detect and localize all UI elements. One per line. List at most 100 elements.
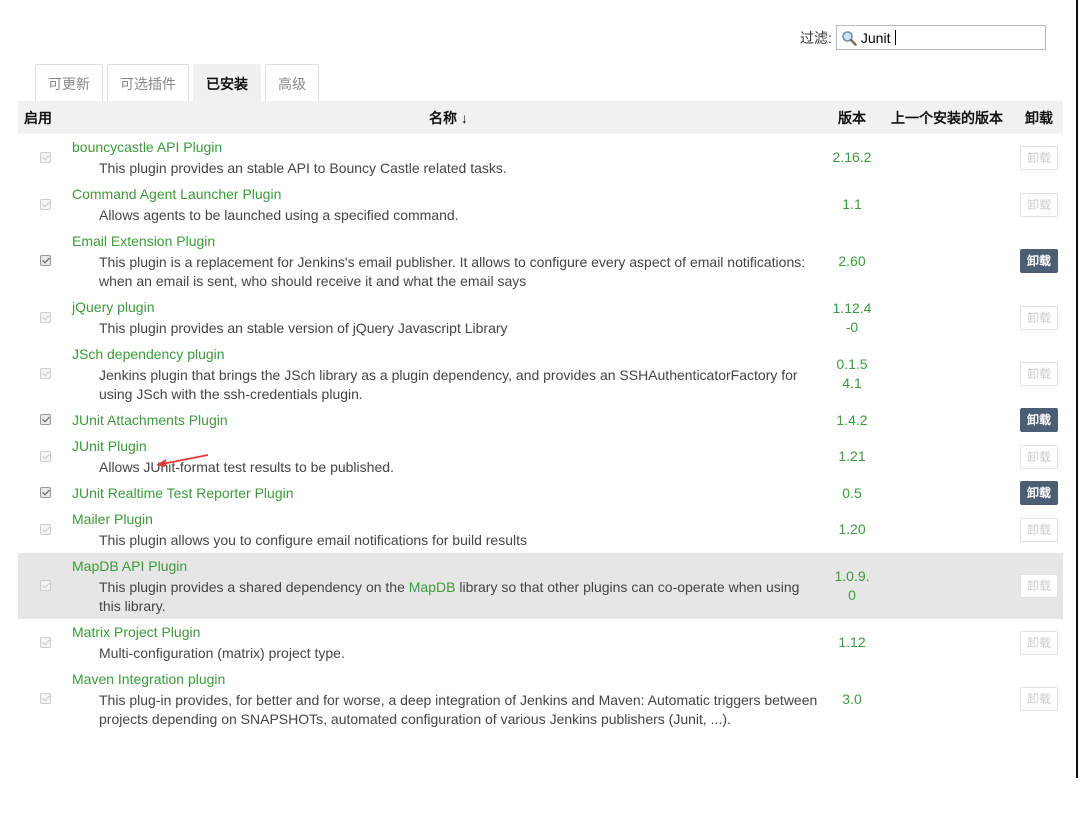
uninstall-button[interactable]: 卸载 xyxy=(1020,408,1058,432)
plugin-version: 0.1.54.1 xyxy=(836,356,868,391)
filter-value: Junit xyxy=(860,29,891,46)
plugin-name-link[interactable]: JUnit Attachments Plugin xyxy=(72,410,228,430)
previous-version xyxy=(879,506,1015,553)
plugin-description: This plugin is a replacement for Jenkins… xyxy=(99,254,806,289)
tab-updates[interactable]: 可更新 xyxy=(35,64,103,102)
plugin-version: 1.4.2 xyxy=(836,411,868,428)
table-row: bouncycastle API Plugin This plugin provi… xyxy=(18,134,1063,181)
enabled-checkbox xyxy=(39,636,51,648)
plugin-version: 1.1 xyxy=(842,196,862,212)
table-row: JUnit Realtime Test Reporter Plugin 0.5 卸载 xyxy=(18,480,1063,506)
previous-version xyxy=(879,407,1015,433)
plugin-name-link[interactable]: Matrix Project Plugin xyxy=(72,622,200,642)
header-version[interactable]: 版本 xyxy=(825,101,879,134)
plugin-description: This plugin provides a shared dependency… xyxy=(72,578,825,616)
plugin-version: 2.16.2 xyxy=(832,149,872,165)
plugin-name-link[interactable]: JUnit Plugin xyxy=(72,436,147,456)
previous-version xyxy=(879,480,1015,506)
table-row: Email Extension Plugin This plugin is a r… xyxy=(18,228,1063,294)
previous-version xyxy=(879,294,1015,341)
enabled-checkbox xyxy=(39,151,51,163)
uninstall-button: 卸载 xyxy=(1020,517,1058,542)
uninstall-button[interactable]: 卸载 xyxy=(1020,249,1058,273)
enabled-checkbox xyxy=(39,523,51,535)
table-row: Maven Integration plugin This plug-in pro… xyxy=(18,666,1063,732)
enabled-checkbox xyxy=(39,311,51,323)
uninstall-button: 卸载 xyxy=(1020,145,1058,170)
mapdb-link[interactable]: MapDB xyxy=(409,579,456,595)
plugin-name-link[interactable]: Mailer Plugin xyxy=(72,509,153,529)
enabled-checkbox[interactable] xyxy=(39,414,51,425)
table-row: Command Agent Launcher Plugin Allows agen… xyxy=(18,181,1063,228)
plugin-version: 1.20 xyxy=(838,521,866,537)
uninstall-button: 卸载 xyxy=(1020,444,1058,469)
search-icon xyxy=(841,30,857,46)
table-row: Mailer Plugin This plugin allows you to c… xyxy=(18,506,1063,553)
annotation-arrow xyxy=(156,454,209,467)
previous-version xyxy=(879,134,1015,181)
plugin-version: 2.60 xyxy=(838,252,866,269)
table-row: jQuery plugin This plugin provides an sta… xyxy=(18,294,1063,341)
plugin-tabs: 可更新 可选插件 已安装 高级 xyxy=(35,64,319,102)
header-name[interactable]: 名称 ↓ xyxy=(72,101,825,134)
plugin-version: 0.5 xyxy=(842,484,862,501)
filter-input[interactable]: Junit xyxy=(835,25,1046,50)
enabled-checkbox[interactable] xyxy=(39,255,51,266)
previous-version xyxy=(879,666,1015,732)
uninstall-button: 卸载 xyxy=(1020,574,1058,598)
header-previous-version[interactable]: 上一个安装的版本 xyxy=(879,101,1015,134)
plugin-name-link[interactable]: bouncycastle API Plugin xyxy=(72,137,222,157)
plugin-description: This plugin provides an stable version o… xyxy=(99,320,508,336)
enabled-checkbox[interactable] xyxy=(39,487,51,498)
uninstall-button: 卸载 xyxy=(1020,192,1058,217)
plugin-name-link[interactable]: JUnit Realtime Test Reporter Plugin xyxy=(72,483,294,503)
tab-installed[interactable]: 已安装 xyxy=(193,64,261,102)
plugin-description: This plug-in provides, for better and fo… xyxy=(99,692,818,727)
plugin-version: 1.0.9.0 xyxy=(834,568,870,603)
plugins-table: 启用 名称 ↓ 版本 上一个安装的版本 卸载 bouncycastle API … xyxy=(18,101,1063,778)
right-edge-rule xyxy=(1076,0,1078,778)
table-row: MapDB API Plugin This plugin provides a s… xyxy=(18,553,1063,619)
plugin-name-link[interactable]: Email Extension Plugin xyxy=(72,231,215,251)
plugin-description: This plugin provides an stable API to Bo… xyxy=(99,160,507,176)
plugin-name-link[interactable]: jQuery plugin xyxy=(72,297,155,317)
text-caret xyxy=(895,30,897,45)
enabled-checkbox xyxy=(39,580,51,591)
uninstall-button: 卸载 xyxy=(1020,362,1058,386)
previous-version xyxy=(879,619,1015,666)
plugin-description: Jenkins plugin that brings the JSch libr… xyxy=(99,367,798,402)
header-enabled[interactable]: 启用 xyxy=(18,101,72,134)
uninstall-button: 卸载 xyxy=(1020,630,1058,655)
description-text: This plugin provides a shared dependency… xyxy=(99,579,409,595)
plugin-version: 3.0 xyxy=(842,690,862,707)
enabled-checkbox xyxy=(39,368,51,379)
previous-version xyxy=(879,553,1015,619)
table-row: JUnit Attachments Plugin 1.4.2 卸载 xyxy=(18,407,1063,433)
plugin-name-link[interactable]: MapDB API Plugin xyxy=(72,556,187,576)
plugin-version: 1.12.4-0 xyxy=(832,299,872,335)
filter-bar: 过滤: Junit xyxy=(800,25,1046,50)
previous-version xyxy=(879,341,1015,407)
previous-version xyxy=(879,228,1015,294)
previous-version xyxy=(879,433,1015,480)
plugin-name-link[interactable]: Maven Integration plugin xyxy=(72,669,225,689)
plugin-version: 1.12 xyxy=(838,634,866,650)
plugin-description: Allows agents to be launched using a spe… xyxy=(99,207,459,223)
tab-advanced[interactable]: 高级 xyxy=(265,64,319,102)
header-uninstall[interactable]: 卸载 xyxy=(1015,101,1063,134)
plugin-description: Multi-configuration (matrix) project typ… xyxy=(99,645,345,661)
enabled-checkbox xyxy=(39,450,51,462)
previous-version xyxy=(879,181,1015,228)
filter-label: 过滤: xyxy=(800,29,832,46)
plugin-name-link[interactable]: JSch dependency plugin xyxy=(72,344,225,364)
enabled-checkbox xyxy=(39,198,51,210)
uninstall-button[interactable]: 卸载 xyxy=(1020,481,1058,505)
tab-available[interactable]: 可选插件 xyxy=(107,64,189,102)
uninstall-button: 卸载 xyxy=(1020,305,1058,330)
table-row: JSch dependency plugin Jenkins plugin tha… xyxy=(18,341,1063,407)
table-header: 启用 名称 ↓ 版本 上一个安装的版本 卸载 xyxy=(18,101,1063,134)
plugin-name-link[interactable]: Command Agent Launcher Plugin xyxy=(72,184,281,204)
plugin-version: 1.21 xyxy=(838,448,866,464)
table-row: Matrix Project Plugin Multi-configuration… xyxy=(18,619,1063,666)
uninstall-button: 卸载 xyxy=(1020,687,1058,711)
